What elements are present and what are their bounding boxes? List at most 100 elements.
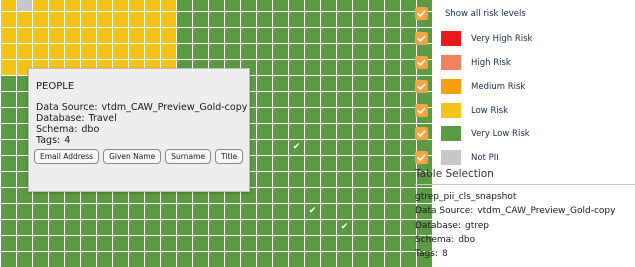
grid-cell[interactable]	[353, 172, 368, 187]
grid-cell[interactable]	[305, 124, 320, 139]
grid-cell[interactable]	[273, 204, 288, 219]
grid-cell[interactable]	[353, 92, 368, 107]
grid-cell[interactable]	[353, 12, 368, 27]
grid-cell[interactable]	[81, 0, 96, 11]
grid-cell[interactable]	[1, 236, 16, 251]
grid-cell[interactable]	[353, 28, 368, 43]
grid-cell[interactable]	[353, 124, 368, 139]
grid-cell[interactable]	[65, 220, 80, 235]
grid-cell[interactable]	[97, 204, 112, 219]
grid-cell[interactable]	[289, 28, 304, 43]
grid-cell[interactable]	[33, 44, 48, 59]
grid-cell[interactable]	[305, 236, 320, 251]
grid-cell[interactable]	[289, 252, 304, 267]
grid-cell[interactable]	[241, 44, 256, 59]
grid-cell[interactable]	[49, 204, 64, 219]
grid-cell[interactable]	[257, 220, 272, 235]
grid-cell[interactable]	[321, 252, 336, 267]
grid-cell[interactable]	[33, 0, 48, 11]
grid-cell[interactable]	[273, 28, 288, 43]
grid-cell[interactable]	[385, 156, 400, 171]
grid-cell[interactable]	[177, 0, 192, 11]
grid-cell[interactable]	[289, 44, 304, 59]
grid-cell[interactable]	[97, 236, 112, 251]
grid-cell[interactable]	[289, 156, 304, 171]
grid-cell[interactable]	[305, 172, 320, 187]
grid-cell[interactable]	[273, 92, 288, 107]
grid-cell[interactable]	[145, 220, 160, 235]
grid-cell[interactable]	[401, 252, 416, 267]
grid-cell[interactable]	[129, 220, 144, 235]
grid-cell[interactable]	[257, 140, 272, 155]
grid-cell[interactable]	[305, 156, 320, 171]
grid-cell[interactable]	[305, 188, 320, 203]
grid-cell[interactable]	[369, 44, 384, 59]
show-all-checkbox[interactable]	[415, 7, 428, 20]
grid-cell[interactable]	[385, 220, 400, 235]
grid-cell[interactable]	[321, 108, 336, 123]
grid-cell[interactable]	[257, 60, 272, 75]
grid-cell[interactable]	[113, 28, 128, 43]
grid-cell[interactable]	[337, 108, 352, 123]
grid-cell[interactable]	[177, 204, 192, 219]
grid-cell[interactable]	[337, 44, 352, 59]
grid-cell[interactable]	[305, 108, 320, 123]
grid-cell[interactable]	[17, 12, 32, 27]
grid-cell[interactable]	[337, 236, 352, 251]
grid-cell[interactable]	[337, 188, 352, 203]
grid-cell[interactable]	[145, 252, 160, 267]
grid-cell[interactable]	[49, 252, 64, 267]
grid-cell[interactable]	[97, 12, 112, 27]
grid-cell[interactable]	[321, 156, 336, 171]
grid-cell[interactable]	[225, 28, 240, 43]
low-risk-checkbox[interactable]	[415, 104, 428, 117]
grid-cell[interactable]	[257, 0, 272, 11]
grid-cell[interactable]	[97, 220, 112, 235]
grid-cell[interactable]	[369, 156, 384, 171]
grid-cell[interactable]	[369, 60, 384, 75]
grid-cell[interactable]	[225, 236, 240, 251]
grid-cell[interactable]	[145, 236, 160, 251]
grid-cell[interactable]	[257, 156, 272, 171]
grid-cell[interactable]	[321, 124, 336, 139]
grid-cell[interactable]	[145, 0, 160, 11]
grid-cell[interactable]	[257, 236, 272, 251]
grid-cell[interactable]	[305, 60, 320, 75]
grid-cell[interactable]	[353, 60, 368, 75]
grid-cell[interactable]	[161, 0, 176, 11]
grid-cell[interactable]	[369, 0, 384, 11]
grid-cell[interactable]	[289, 204, 304, 219]
grid-cell[interactable]	[225, 204, 240, 219]
grid-cell[interactable]	[225, 44, 240, 59]
grid-cell[interactable]	[385, 124, 400, 139]
grid-cell[interactable]	[369, 108, 384, 123]
grid-cell[interactable]	[129, 0, 144, 11]
grid-cell[interactable]	[337, 204, 352, 219]
grid-cell[interactable]	[113, 236, 128, 251]
grid-cell[interactable]	[65, 252, 80, 267]
grid-cell[interactable]	[49, 12, 64, 27]
grid-cell[interactable]	[321, 188, 336, 203]
grid-cell[interactable]	[129, 236, 144, 251]
grid-cell[interactable]	[1, 124, 16, 139]
grid-cell[interactable]	[209, 0, 224, 11]
grid-cell[interactable]	[401, 236, 416, 251]
grid-cell[interactable]	[49, 44, 64, 59]
grid-cell[interactable]	[337, 172, 352, 187]
grid-cell[interactable]	[209, 252, 224, 267]
grid-cell[interactable]	[129, 44, 144, 59]
grid-cell[interactable]	[129, 28, 144, 43]
grid-cell[interactable]	[401, 140, 416, 155]
grid-cell[interactable]	[81, 220, 96, 235]
grid-cell[interactable]	[337, 76, 352, 91]
grid-cell[interactable]	[289, 12, 304, 27]
grid-cell[interactable]	[369, 92, 384, 107]
grid-cell[interactable]	[81, 236, 96, 251]
grid-cell[interactable]	[353, 204, 368, 219]
grid-cell[interactable]	[273, 60, 288, 75]
grid-cell[interactable]	[353, 252, 368, 267]
grid-cell[interactable]	[81, 252, 96, 267]
grid-cell[interactable]	[353, 220, 368, 235]
grid-cell[interactable]	[1, 172, 16, 187]
grid-cell[interactable]	[49, 28, 64, 43]
